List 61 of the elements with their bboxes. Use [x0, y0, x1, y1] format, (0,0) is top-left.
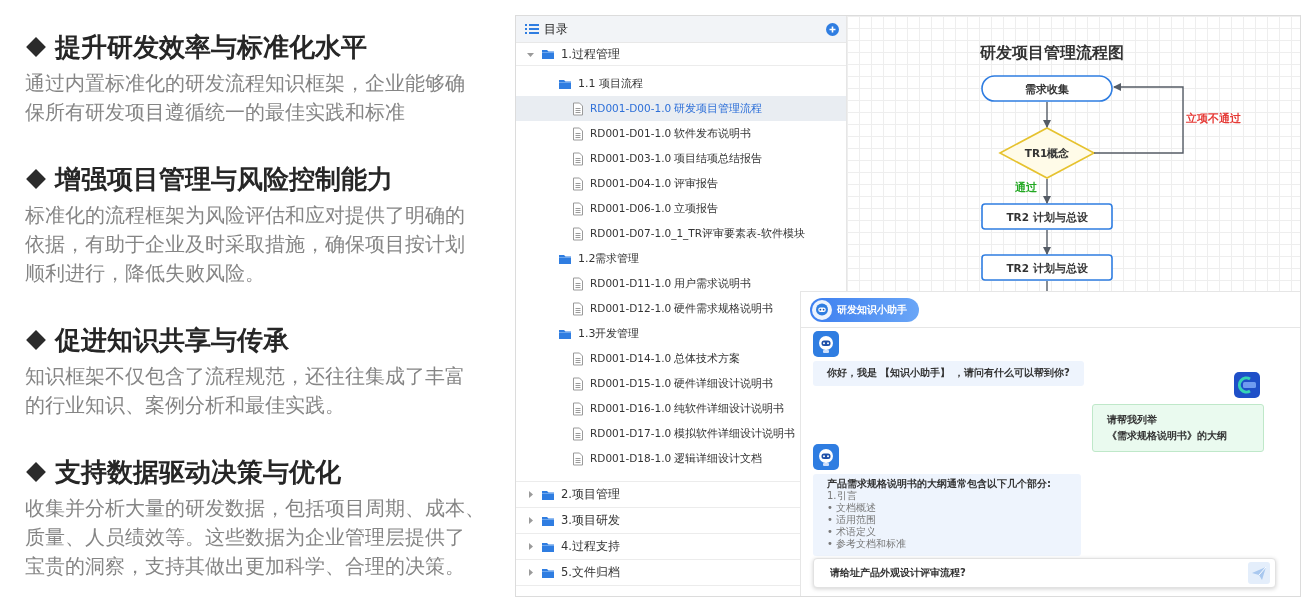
- flow-arrow: [1043, 178, 1051, 204]
- tree-item[interactable]: RD001-D16-1.0 纯软件详细设计说明书: [516, 396, 846, 421]
- section-text: 知识框架不仅包含了流程规范，还往往集成了丰富 的行业知识、案例分析和最佳实践。: [25, 363, 466, 419]
- message-input[interactable]: 请给址产品外观设计评审流程?: [813, 558, 1276, 588]
- edge-label: 通过: [1015, 181, 1037, 194]
- tree-item[interactable]: RD001-D06-1.0 立项报告: [516, 196, 846, 221]
- list-icon: [525, 23, 539, 35]
- terminal-node: 需求收集: [981, 75, 1113, 102]
- tree-item[interactable]: RD001-D07-1.0_1_TR评审要素表-软件模块: [516, 221, 846, 246]
- section-heading: 支持数据驱动决策与优化: [55, 457, 341, 487]
- document-icon: [571, 301, 585, 316]
- tree-item[interactable]: RD001-D04-1.0 评审报告: [516, 171, 846, 196]
- section-text: 通过内置标准化的研发流程知识框架，企业能够确 保所有研发项目遵循统一的最佳实践和标准: [25, 70, 466, 126]
- send-icon[interactable]: [1248, 562, 1270, 584]
- caret-icon[interactable]: [526, 568, 535, 577]
- tree-item[interactable]: RD001-D03-1.0 项目结项总结报告: [516, 146, 846, 171]
- message-bubble: 请帮我列举 《需求规格说明书》的大纲: [1092, 403, 1264, 452]
- tree-item[interactable]: RD001-D11-1.0 用户需求说明书: [516, 271, 846, 296]
- caret-icon[interactable]: [526, 542, 535, 551]
- document-icon: [571, 151, 585, 166]
- flow-arrow: [1043, 229, 1051, 255]
- tree-item[interactable]: 1.2需求管理: [516, 246, 846, 271]
- document-icon: [571, 276, 585, 291]
- tree-item[interactable]: 1.1 项目流程: [516, 71, 846, 96]
- process-node: TR2 计划与总设: [981, 203, 1113, 230]
- document-icon: [571, 226, 585, 241]
- document-icon: [571, 201, 585, 216]
- tree-item[interactable]: 1.过程管理: [516, 43, 846, 66]
- document-icon: [571, 176, 585, 191]
- process-node: TR2 计划与总设: [981, 254, 1113, 281]
- tree-item[interactable]: RD001-D01-1.0 软件发布说明书: [516, 121, 846, 146]
- panel-title: 目录: [544, 20, 569, 38]
- decision-node: TR1概念: [998, 127, 1096, 179]
- document-icon: [571, 401, 585, 416]
- tree-item[interactable]: RD001-D17-1.0 模拟软件详细设计说明书: [516, 421, 846, 446]
- document-icon: [571, 376, 585, 391]
- tree-item[interactable]: 1.3开发管理: [516, 321, 846, 346]
- edge-label: 立项不通过: [1185, 112, 1241, 125]
- robot-avatar-icon: [813, 443, 839, 470]
- document-icon: [571, 126, 585, 141]
- caret-icon[interactable]: [526, 516, 535, 525]
- tree-item[interactable]: RD001-D00-1.0 研发项目管理流程: [516, 96, 846, 121]
- flow-arrow: [1043, 101, 1051, 128]
- robot-avatar-icon: [813, 331, 839, 357]
- document-icon: [571, 426, 585, 441]
- user-avatar-icon: [1234, 371, 1260, 398]
- add-icon[interactable]: [826, 22, 839, 36]
- section-heading: 增强项目管理与风险控制能力: [55, 164, 393, 194]
- document-icon: [571, 451, 585, 466]
- caret-icon[interactable]: [526, 490, 535, 499]
- section-text: 收集并分析大量的研发数据，包括项目周期、成本、 质量、人员绩效等。这些数据为企业管理层提供了 宝贵的洞察，支持其做出更加科学、合理的决策。: [25, 495, 486, 580]
- section-text: 标准化的流程框架为风险评估和应对提供了明确的 依据，有助于企业及时采取措施，确保项目按计划 顺利进行，降低失败风险。: [25, 202, 466, 287]
- section-heading: 促进知识共享与传承: [55, 325, 289, 355]
- chart-title: 研发项目管理流程图: [980, 43, 1124, 62]
- document-icon: [571, 101, 585, 116]
- document-icon: [571, 351, 585, 366]
- tree-item[interactable]: RD001-D18-1.0 逻辑详细设计文档: [516, 446, 846, 471]
- message-bubble: 你好，我是 【知识小助手】 ，请问有什么可以帮到你?: [813, 361, 1084, 386]
- robot-icon: [812, 299, 832, 320]
- folder-icon: [541, 47, 555, 61]
- section-heading: 提升研发效率与标准化水平: [55, 32, 367, 62]
